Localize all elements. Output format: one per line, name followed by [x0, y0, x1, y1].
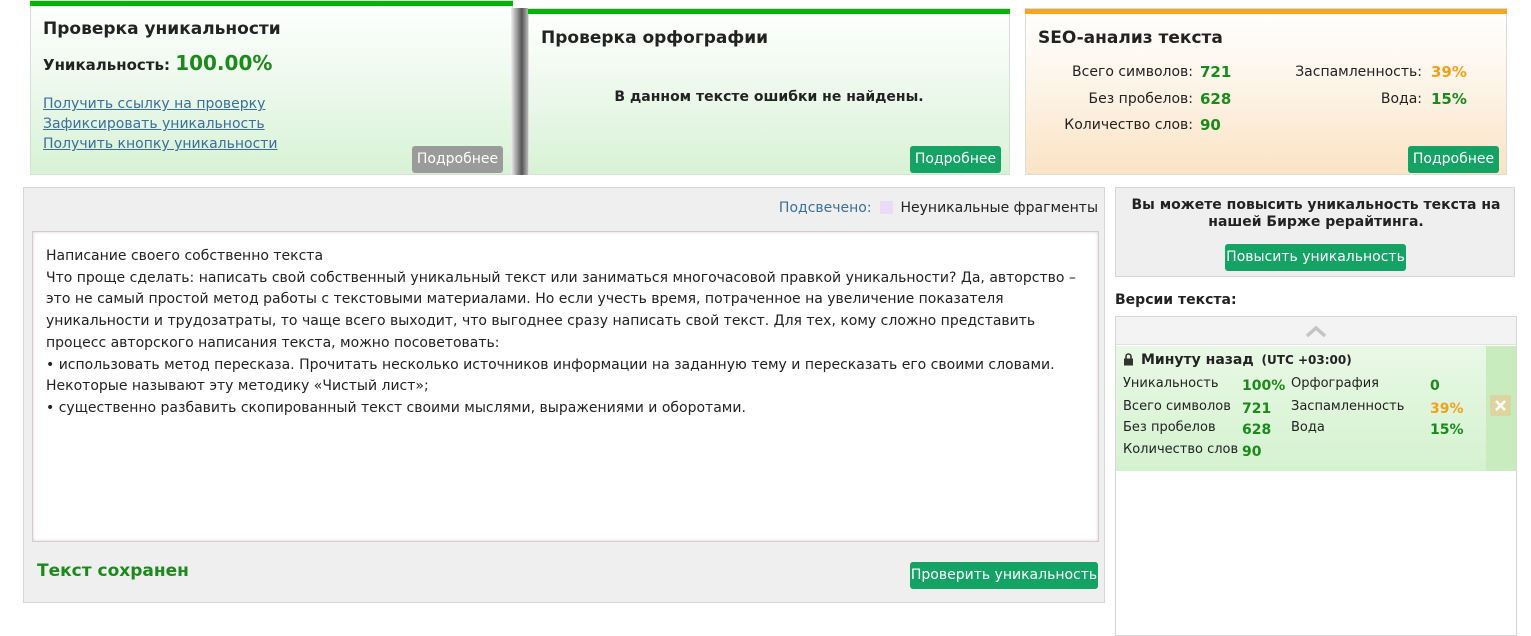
spam-label: Заспамленность:: [1295, 64, 1422, 80]
v-words-label: Количество слов: [1123, 442, 1239, 457]
highlight-legend: Подсвечено: Неуникальные фрагменты: [779, 200, 1098, 216]
v-uniq-value: 100%: [1242, 378, 1286, 394]
highlight-swatch: [880, 201, 894, 214]
spelling-card: Проверка орфографии В данном тексте ошиб…: [528, 8, 1010, 175]
card-accent-bar: [30, 1, 513, 6]
chevron-up-icon: [1305, 325, 1327, 338]
spelling-message: В данном тексте ошибки не найдены.: [614, 89, 924, 105]
total-chars-label: Всего символов:: [1072, 64, 1193, 80]
no-spaces-value: 628: [1200, 90, 1232, 108]
v-spam-label: Заспамленность: [1291, 399, 1405, 414]
version-side-strip: [1486, 346, 1516, 471]
uniqueness-value: 100.00%: [175, 51, 273, 75]
uniqueness-title: Проверка уникальности: [43, 19, 281, 39]
spelling-title: Проверка орфографии: [541, 28, 769, 48]
promo-text: Вы можете повысить уникальность текста н…: [1131, 197, 1501, 230]
v-water-value: 15%: [1430, 422, 1464, 438]
spelling-details-button[interactable]: Подробнее: [910, 146, 1001, 173]
words-value: 90: [1200, 116, 1221, 134]
v-spelling-value: 0: [1430, 378, 1440, 394]
versions-panel: Минуту назад (UTC +03:00) Уникальность 1…: [1115, 316, 1517, 636]
text-line: • использовать метод пересказа. Прочитат…: [46, 356, 1055, 395]
get-button-link[interactable]: Получить кнопку уникальности: [43, 136, 278, 152]
check-uniqueness-button[interactable]: Проверить уникальность: [910, 562, 1098, 589]
uniqueness-card: Проверка уникальности Уникальность: 100.…: [30, 0, 513, 175]
v-words-value: 90: [1242, 444, 1262, 460]
v-chars-value: 721: [1242, 401, 1272, 417]
spam-value: 39%: [1431, 63, 1467, 81]
version-timezone: (UTC +03:00): [1261, 353, 1352, 367]
v-nospace-value: 628: [1242, 422, 1272, 438]
text-line: Написание своего собственно текста: [46, 248, 324, 264]
seo-card: SEO-анализ текста Всего символов: 721 Бе…: [1025, 8, 1507, 175]
highlight-legend-text: Неуникальные фрагменты: [900, 200, 1098, 216]
version-time: Минуту назад (UTC +03:00): [1141, 352, 1352, 368]
seo-title: SEO-анализ текста: [1038, 28, 1223, 48]
seo-details-button[interactable]: Подробнее: [1408, 146, 1499, 173]
text-line: • существенно разбавить скопированный те…: [46, 399, 746, 416]
uniqueness-details-button[interactable]: Подробнее: [412, 146, 503, 173]
boost-uniqueness-button[interactable]: Повысить уникальность: [1225, 244, 1406, 271]
delete-version-button[interactable]: [1490, 395, 1511, 416]
highlight-label: Подсвечено:: [778, 200, 872, 216]
uniqueness-row: Уникальность: 100.00%: [43, 51, 272, 75]
fix-uniqueness-link[interactable]: Зафиксировать уникальность: [43, 116, 265, 132]
save-status: Текст сохранен: [37, 561, 189, 581]
card-accent-bar: [528, 9, 1010, 14]
close-icon: [1495, 400, 1506, 411]
get-link-link[interactable]: Получить ссылку на проверку: [43, 96, 265, 112]
water-label: Вода:: [1380, 91, 1422, 107]
promo-box: Вы можете повысить уникальность текста н…: [1115, 187, 1515, 277]
card-accent-bar: [1025, 9, 1507, 14]
v-chars-label: Всего символов: [1123, 399, 1231, 414]
card-divider-shadow: [511, 8, 529, 175]
uniqueness-label: Уникальность:: [43, 56, 170, 74]
no-spaces-label: Без пробелов:: [1088, 91, 1193, 107]
text-editor[interactable]: Написание своего собственно текста Что п…: [32, 231, 1099, 542]
editor-panel: Подсвечено: Неуникальные фрагменты Напис…: [23, 187, 1105, 603]
water-value: 15%: [1431, 90, 1467, 108]
text-line: Что проще сделать: написать свой собстве…: [46, 269, 1076, 351]
total-chars-value: 721: [1200, 63, 1232, 81]
version-entry[interactable]: Минуту назад (UTC +03:00) Уникальность 1…: [1116, 346, 1516, 471]
version-time-text: Минуту назад: [1141, 352, 1254, 368]
v-nospace-label: Без пробелов: [1123, 420, 1216, 435]
v-spelling-label: Орфография: [1291, 376, 1379, 391]
versions-title: Версии текста:: [1115, 292, 1237, 308]
v-spam-value: 39%: [1430, 401, 1464, 417]
lock-icon: [1124, 353, 1133, 366]
v-water-label: Вода: [1291, 420, 1325, 435]
v-uniq-label: Уникальность: [1123, 376, 1219, 391]
words-label: Количество слов:: [1064, 117, 1193, 133]
versions-scroll-up[interactable]: [1116, 317, 1516, 345]
